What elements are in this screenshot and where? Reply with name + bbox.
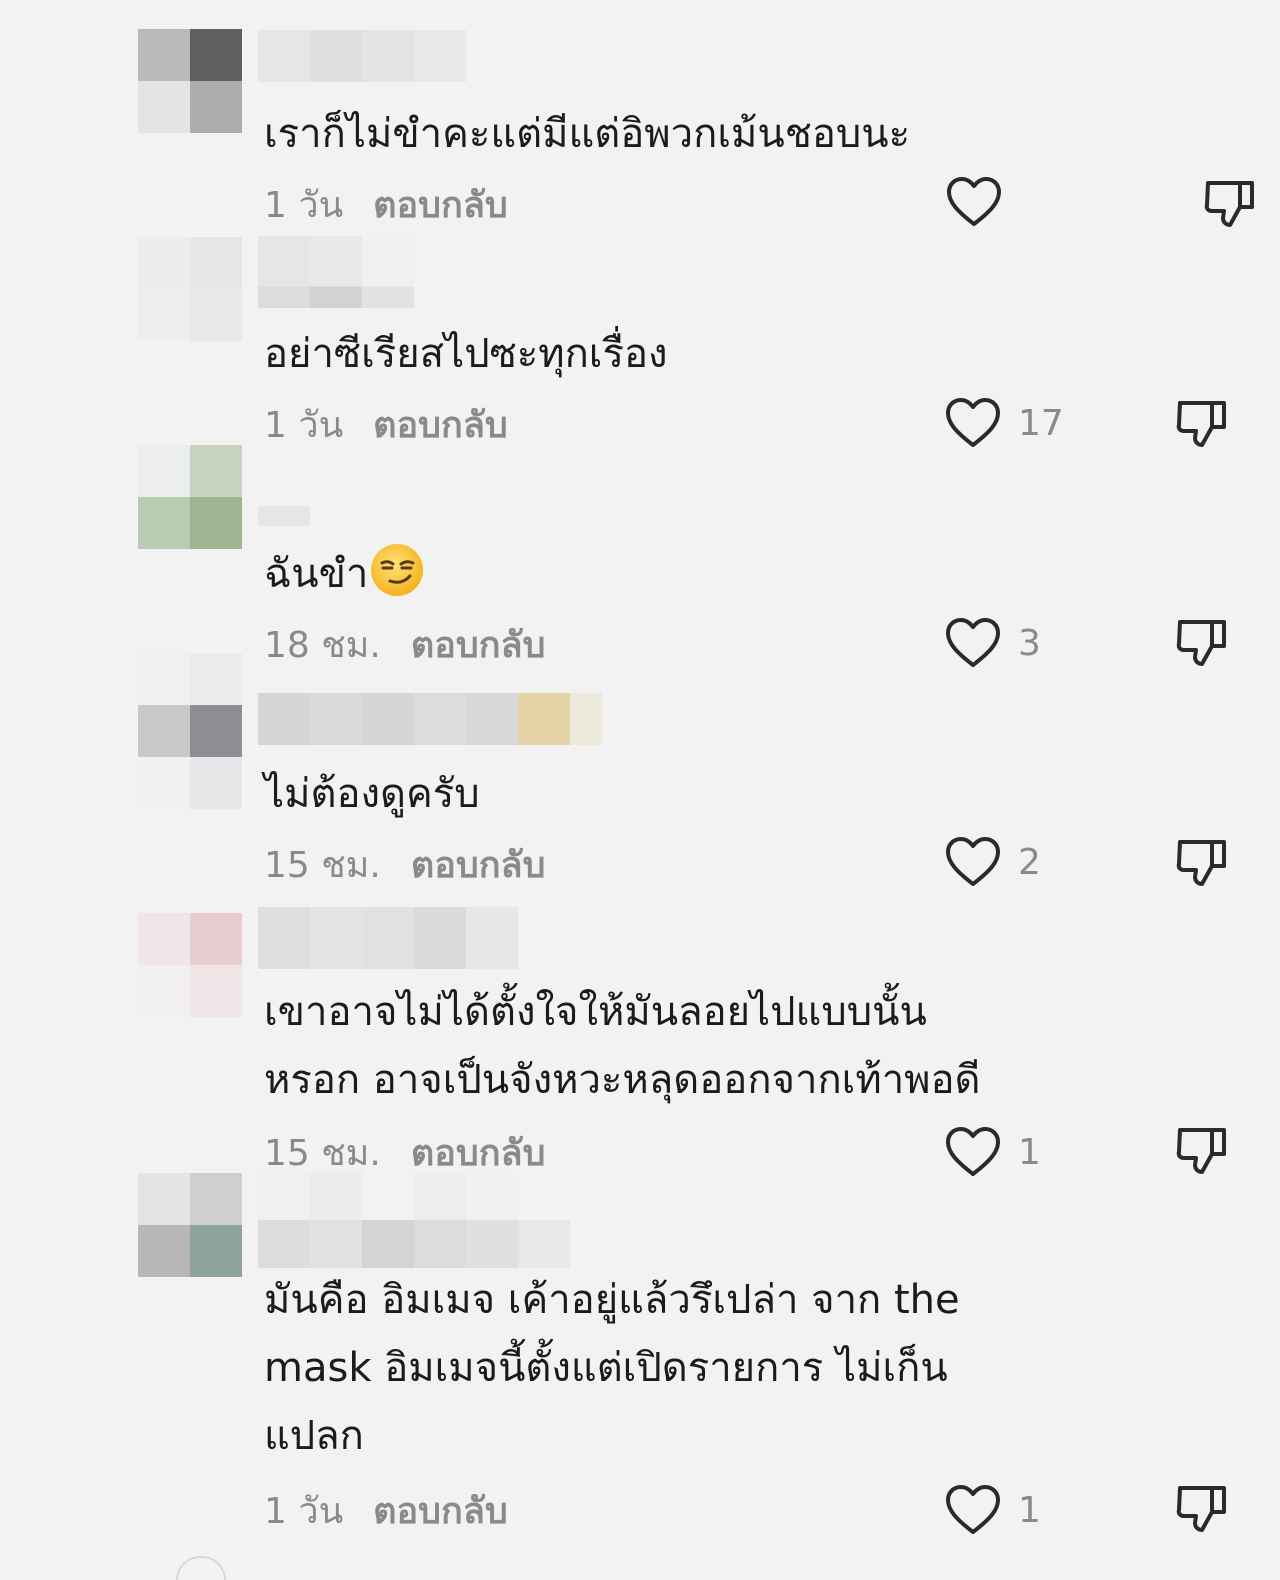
- comment-time: 15 ชม.: [264, 844, 381, 886]
- heart-outline-icon: [946, 1127, 1000, 1176]
- comment-meta: 1 วัน ตอบกลับ: [264, 180, 508, 228]
- smirking-face-emoji: [371, 544, 424, 596]
- dislike-button[interactable]: [1200, 173, 1260, 233]
- comment-text-content: ฉันขำ: [264, 551, 369, 597]
- username-blurred[interactable]: [258, 907, 518, 969]
- avatar[interactable]: [138, 913, 242, 1017]
- heart-outline-icon: [946, 1485, 1000, 1534]
- thumbs-down-outline-icon: [1176, 1128, 1226, 1174]
- comment-time: 1 วัน: [264, 1490, 344, 1532]
- comment-text: เขาอาจไม่ได้ตั้งใจให้มันลอยไปแบบนั้น หรอ…: [264, 989, 981, 1103]
- comment-meta: 1 วัน ตอบกลับ: [264, 400, 508, 448]
- comment-text: มันคือ อิมเมจ เค้าอยู่แล้วรึเปล่า จาก th…: [264, 1277, 960, 1459]
- thumbs-down-outline-icon: [1176, 840, 1226, 886]
- username-blurred[interactable]: [258, 1172, 570, 1268]
- username-blurred[interactable]: [258, 693, 602, 745]
- like-count: 2: [1018, 841, 1041, 883]
- username-blurred[interactable]: [258, 236, 414, 308]
- heart-outline-icon: [946, 398, 1000, 447]
- next-comment-avatar-partial: [176, 1556, 226, 1580]
- dislike-button[interactable]: [1172, 612, 1232, 672]
- like-button[interactable]: 2: [944, 832, 1041, 892]
- like-button[interactable]: 1: [944, 1480, 1041, 1540]
- comment-text: ไม่ต้องดูครับ: [264, 771, 480, 817]
- comment-meta: 18 ชม. ตอบกลับ: [264, 620, 545, 668]
- heart-outline-icon: [946, 837, 1000, 886]
- reply-button[interactable]: ตอบกลับ: [373, 396, 508, 453]
- comment-meta: 15 ชม. ตอบกลับ: [264, 1128, 545, 1176]
- thumbs-down-outline-icon: [1176, 1486, 1226, 1532]
- thumbs-down-outline-icon: [1176, 401, 1226, 447]
- comment-time: 18 ชม.: [264, 624, 381, 666]
- like-count: 1: [1018, 1131, 1041, 1173]
- like-count: 17: [1018, 402, 1064, 444]
- heart-outline-icon: [947, 177, 1001, 226]
- dislike-button[interactable]: [1172, 832, 1232, 892]
- username-blurred[interactable]: [258, 30, 466, 82]
- comment-text: อย่าซีเรียสไปซะทุกเรื่อง: [264, 331, 668, 377]
- avatar[interactable]: [138, 29, 242, 133]
- avatar[interactable]: [138, 653, 242, 809]
- reply-button[interactable]: ตอบกลับ: [411, 616, 546, 673]
- reply-button[interactable]: ตอบกลับ: [373, 1482, 508, 1539]
- comment-meta: 15 ชม. ตอบกลับ: [264, 840, 545, 888]
- thumbs-down-outline-icon: [1204, 181, 1254, 227]
- heart-outline-icon: [946, 618, 1000, 667]
- dislike-button[interactable]: [1172, 393, 1232, 453]
- avatar[interactable]: [138, 1173, 242, 1277]
- like-count: 1: [1018, 1489, 1041, 1531]
- like-button[interactable]: 17: [944, 393, 1064, 453]
- comment-time: 1 วัน: [264, 184, 344, 226]
- comment-meta: 1 วัน ตอบกลับ: [264, 1486, 508, 1534]
- like-button[interactable]: [945, 172, 1019, 232]
- avatar[interactable]: [138, 445, 242, 549]
- like-count: 3: [1018, 622, 1041, 664]
- reply-button[interactable]: ตอบกลับ: [411, 836, 546, 893]
- thumbs-down-outline-icon: [1176, 620, 1226, 666]
- comment-time: 1 วัน: [264, 404, 344, 446]
- dislike-button[interactable]: [1172, 1120, 1232, 1180]
- comment-text: ฉันขำ: [264, 540, 1124, 608]
- like-button[interactable]: 3: [944, 613, 1041, 673]
- username-blurred[interactable]: [258, 506, 310, 526]
- comment-text: เราก็ไม่ขำคะแต่มีแต่อิพวกเม้นชอบนะ: [264, 111, 911, 157]
- avatar[interactable]: [138, 237, 242, 341]
- like-button[interactable]: 1: [944, 1122, 1041, 1182]
- dislike-button[interactable]: [1172, 1478, 1232, 1538]
- reply-button[interactable]: ตอบกลับ: [373, 176, 508, 233]
